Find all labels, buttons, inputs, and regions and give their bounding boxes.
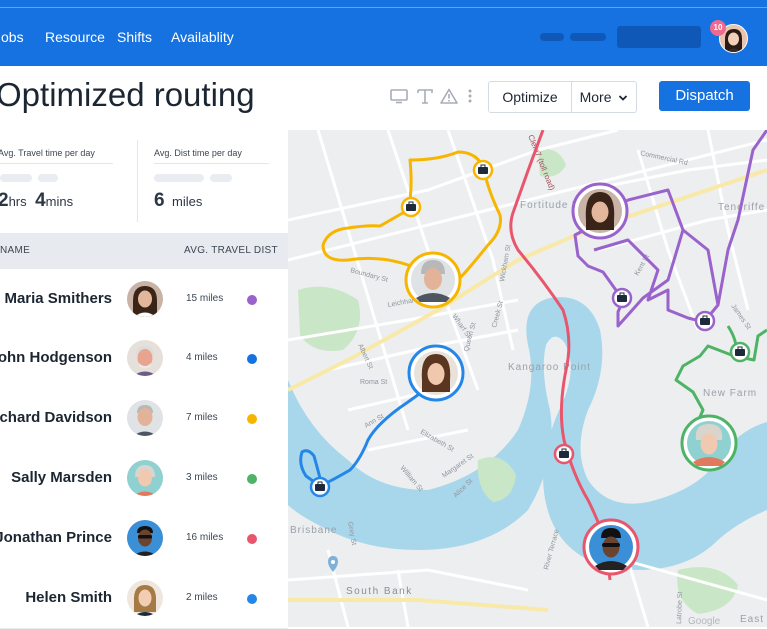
nav-availability[interactable]: Availablity [171, 29, 234, 45]
nav-jobs[interactable]: Jobs [0, 29, 24, 45]
stop-marker[interactable] [729, 341, 751, 363]
nav-shifts[interactable]: Shifts [117, 29, 152, 45]
dispatch-button[interactable]: Dispatch [659, 81, 750, 111]
stop-marker[interactable] [694, 310, 716, 332]
avatar [127, 580, 163, 616]
travel-distance: 16 miles [186, 532, 224, 543]
nav-resource[interactable]: Resource [45, 29, 105, 45]
resource-name: Richard Davidson [0, 409, 112, 426]
travel-distance: 7 miles [186, 412, 218, 423]
travel-time-value: 2hrs 4mins [0, 190, 73, 212]
placeholder-pill [540, 33, 564, 41]
top-divider [0, 7, 767, 8]
map-label: East [740, 614, 764, 625]
route-color-dot [247, 474, 257, 484]
text-format-icon[interactable] [416, 88, 434, 104]
route-color-dot [247, 534, 257, 544]
travel-distance: 2 miles [186, 592, 218, 603]
distance-number: 6 [154, 190, 165, 211]
travel-time-label: Avg. Travel time per day [0, 148, 95, 158]
travel-distance: 3 miles [186, 472, 218, 483]
travel-hours: 2 [0, 190, 9, 211]
placeholder-pill [570, 33, 606, 41]
resource-marker-blue[interactable] [407, 344, 465, 402]
skeleton-bar [0, 174, 32, 182]
skeleton-bar [154, 174, 204, 182]
stop-marker[interactable] [309, 476, 331, 498]
column-header-distance[interactable]: AVG. TRAVEL DIST [184, 245, 278, 256]
resource-marker-purple[interactable] [571, 182, 629, 240]
avatar [127, 281, 163, 317]
map-label: New Farm [703, 388, 757, 399]
avatar [127, 520, 163, 556]
map-label: Google [688, 616, 721, 627]
stat-vertical-divider [137, 140, 138, 222]
more-dropdown[interactable]: More [572, 82, 636, 112]
map-label: Kangaroo Point [508, 362, 591, 373]
resource-name: Sally Marsden [11, 469, 112, 486]
resource-marker-green[interactable] [680, 414, 738, 472]
resource-name: John Hodgenson [0, 349, 112, 366]
travel-distance: 4 miles [186, 352, 218, 363]
table-row[interactable]: Jonathan Prince 16 miles [0, 508, 288, 569]
chevron-down-icon [619, 95, 628, 102]
distance-label: Avg. Dist time per day [154, 148, 242, 158]
resource-marker-red[interactable] [582, 518, 640, 576]
travel-distance: 15 miles [186, 293, 224, 304]
travel-hours-unit: hrs [8, 194, 27, 209]
travel-mins-unit: mins [45, 194, 74, 209]
stat-divider [0, 163, 113, 164]
top-nav-bar: Jobs Resource Shifts Availablity 10 [0, 0, 767, 66]
table-row[interactable]: Richard Davidson 7 miles [0, 388, 288, 449]
route-color-dot [247, 354, 257, 364]
table-row[interactable]: Helen Smith 2 miles [0, 568, 288, 629]
resource-name: Jonathan Prince [0, 529, 112, 546]
notification-badge: 10 [710, 20, 726, 36]
map-label: Brisbane [290, 525, 337, 536]
more-label: More [579, 89, 612, 105]
travel-mins: 4 [35, 190, 46, 211]
skeleton-bar [38, 174, 58, 182]
stop-marker[interactable] [611, 287, 633, 309]
resource-name: Helen Smith [25, 589, 112, 606]
route-color-dot [247, 594, 257, 604]
kebab-menu-icon[interactable] [464, 88, 476, 104]
action-button-group: Optimize More [488, 81, 637, 113]
park [298, 286, 361, 351]
monitor-icon[interactable] [390, 88, 408, 104]
resource-marker-yellow[interactable] [404, 251, 462, 309]
stop-marker[interactable] [400, 196, 422, 218]
warning-icon[interactable] [440, 88, 458, 104]
stop-marker[interactable] [553, 443, 575, 465]
distance-unit: miles [172, 194, 203, 209]
avatar [127, 400, 163, 436]
table-row[interactable]: John Hodgenson 4 miles [0, 328, 288, 389]
stop-marker[interactable] [472, 159, 494, 181]
optimize-button[interactable]: Optimize [489, 82, 572, 112]
stat-divider [154, 163, 269, 164]
distance-value: 6 miles [154, 190, 202, 212]
skeleton-bar [210, 174, 232, 182]
table-row[interactable]: Sally Marsden 3 miles [0, 448, 288, 509]
route-map[interactable]: Fortitude Valley Kangaroo Point Brisbane… [288, 130, 767, 627]
resource-name: Maria Smithers [4, 290, 112, 307]
column-header-name[interactable]: NAME [0, 245, 30, 256]
avatar [127, 340, 163, 376]
route-color-dot [247, 295, 257, 305]
placeholder-search [617, 26, 701, 48]
map-label: Latrobe St [676, 591, 684, 624]
avatar [127, 460, 163, 496]
table-row[interactable]: Maria Smithers 15 miles [0, 269, 288, 330]
map-canvas[interactable]: Fortitude Valley Kangaroo Point Brisbane… [288, 130, 767, 627]
map-label: Roma St [360, 379, 387, 386]
route-color-dot [247, 414, 257, 424]
map-label: South Bank [346, 586, 413, 597]
page-title: Optimized routing [0, 76, 255, 113]
